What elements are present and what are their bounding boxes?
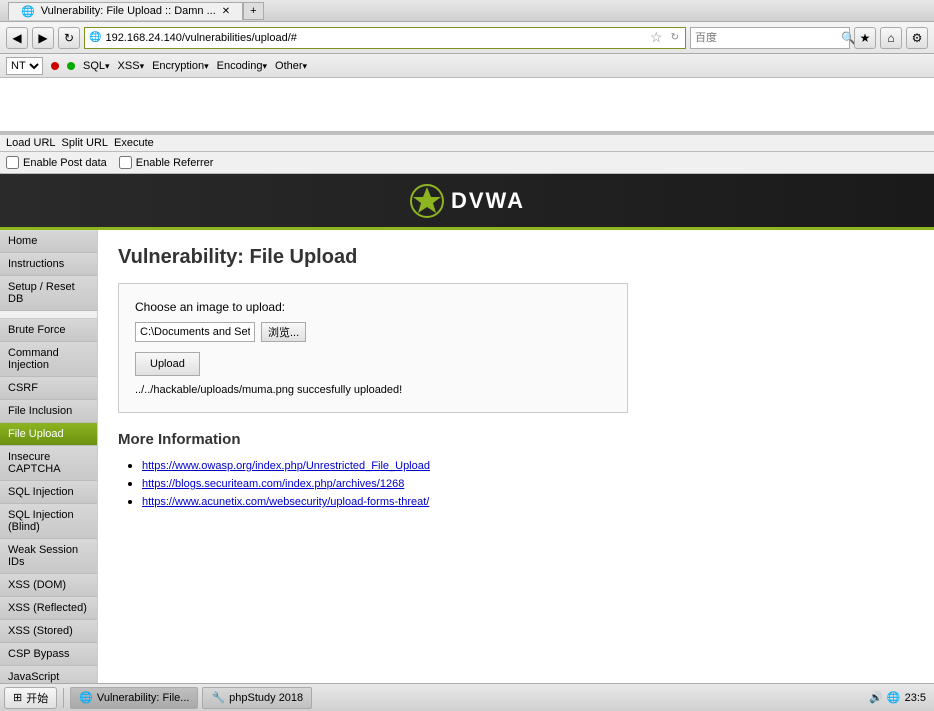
enable-referrer-checkbox[interactable] xyxy=(119,156,132,169)
taskbar-clock: 23:5 xyxy=(905,692,926,704)
start-label: 开始 xyxy=(26,690,48,706)
upload-box: Choose an image to upload: 浏览... Upload … xyxy=(118,283,628,413)
execute-button[interactable]: Execute xyxy=(114,137,154,149)
browser-titlebar: 🌐 Vulnerability: File Upload :: Damn ...… xyxy=(0,0,934,22)
search-wrap: 🔍 xyxy=(690,27,850,49)
file-path-input[interactable] xyxy=(135,322,255,342)
sidebar-item-setup[interactable]: Setup / Reset DB xyxy=(0,276,97,311)
star-button[interactable]: ☆ xyxy=(648,29,665,46)
address-bar[interactable] xyxy=(105,32,644,44)
content-wrapper: Home Instructions Setup / Reset DB Brute… xyxy=(0,230,934,703)
tools-button[interactable]: ⚙ xyxy=(906,27,928,49)
taskbar-item-label-browser: Vulnerability: File... xyxy=(97,692,190,704)
browser-toolbar: ◀ ▶ ↻ 🌐 ☆ ↻ 🔍 ★ ⌂ ⚙ xyxy=(0,22,934,54)
start-icon: ⊞ xyxy=(13,691,22,704)
taskbar-item-icon-phpstudy: 🔧 xyxy=(211,691,225,704)
upload-label: Choose an image to upload: xyxy=(135,300,611,314)
list-item: https://blogs.securiteam.com/index.php/a… xyxy=(142,476,914,490)
link-acunetix[interactable]: https://www.acunetix.com/websecurity/upl… xyxy=(142,496,429,508)
file-input-row: 浏览... xyxy=(135,322,611,342)
tab-close-button[interactable]: ✕ xyxy=(222,6,230,17)
encoding-menu[interactable]: Encoding xyxy=(217,60,267,72)
other-menu[interactable]: Other xyxy=(275,60,307,72)
tamper-toolbar: NT SQL XSS Encryption Encoding Other xyxy=(0,54,934,78)
tray-icon-network: 🌐 xyxy=(887,691,901,704)
taskbar-tray: 🔊 🌐 23:5 xyxy=(865,691,930,704)
tamper-select[interactable]: NT xyxy=(6,57,43,75)
sidebar-item-file-upload[interactable]: File Upload xyxy=(0,423,97,446)
sidebar-item-file-inclusion[interactable]: File Inclusion xyxy=(0,400,97,423)
enable-post-label[interactable]: Enable Post data xyxy=(6,156,107,169)
taskbar-item-icon-browser: 🌐 xyxy=(79,691,93,704)
dvwa-logo-icon xyxy=(409,183,445,219)
enable-referrer-label[interactable]: Enable Referrer xyxy=(119,156,214,169)
new-tab-button[interactable]: + xyxy=(243,2,263,20)
home-button[interactable]: ⌂ xyxy=(880,27,902,49)
link-owasp[interactable]: https://www.owasp.org/index.php/Unrestri… xyxy=(142,460,430,472)
browser-tab[interactable]: 🌐 Vulnerability: File Upload :: Damn ...… xyxy=(8,2,243,20)
sidebar-item-sql-injection[interactable]: SQL Injection xyxy=(0,481,97,504)
taskbar: ⊞ 开始 🌐 Vulnerability: File... 🔧 phpStudy… xyxy=(0,683,934,711)
sidebar-item-weak-session[interactable]: Weak Session IDs xyxy=(0,539,97,574)
search-input[interactable] xyxy=(695,32,837,44)
bookmark-button[interactable]: ★ xyxy=(854,27,876,49)
back-button[interactable]: ◀ xyxy=(6,27,28,49)
sidebar-item-brute-force[interactable]: Brute Force xyxy=(0,319,97,342)
taskbar-item-phpstudy[interactable]: 🔧 phpStudy 2018 xyxy=(202,687,312,709)
list-item: https://www.acunetix.com/websecurity/upl… xyxy=(142,494,914,508)
post-data-bar: Enable Post data Enable Referrer xyxy=(0,152,934,174)
encryption-menu[interactable]: Encryption xyxy=(152,60,209,72)
sidebar-item-command-injection[interactable]: Command Injection xyxy=(0,342,97,377)
sidebar-gap-1 xyxy=(0,311,97,319)
tamper-url-textarea[interactable] xyxy=(0,78,934,132)
dvwa-header: DVWA xyxy=(0,174,934,230)
tab-title: Vulnerability: File Upload :: Damn ... xyxy=(41,5,216,17)
load-url-button[interactable]: Load URL xyxy=(6,137,56,149)
sidebar-item-csrf[interactable]: CSRF xyxy=(0,377,97,400)
tamper-url-bar: Load URL Split URL Execute xyxy=(0,135,934,152)
dvwa-logo-text: DVWA xyxy=(451,188,525,214)
sidebar-item-instructions[interactable]: Instructions xyxy=(0,253,97,276)
list-item: https://www.owasp.org/index.php/Unrestri… xyxy=(142,458,914,472)
sidebar-item-home[interactable]: Home xyxy=(0,230,97,253)
start-button[interactable]: ⊞ 开始 xyxy=(4,687,57,709)
taskbar-divider xyxy=(63,688,64,708)
address-bar-wrap: 🌐 ☆ ↻ xyxy=(84,27,686,49)
sidebar-item-xss-stored[interactable]: XSS (Stored) xyxy=(0,620,97,643)
page-title: Vulnerability: File Upload xyxy=(118,246,914,269)
forward-button[interactable]: ▶ xyxy=(32,27,54,49)
address-refresh-button[interactable]: ↻ xyxy=(669,32,681,43)
xss-menu[interactable]: XSS xyxy=(118,60,145,72)
sidebar-item-xss-reflected[interactable]: XSS (Reflected) xyxy=(0,597,97,620)
tab-favicon: 🌐 xyxy=(21,5,35,18)
split-url-button[interactable]: Split URL xyxy=(62,137,108,149)
page-content: Vulnerability: File Upload Choose an ima… xyxy=(98,230,934,703)
dot-red-icon xyxy=(51,62,59,70)
sql-menu[interactable]: SQL xyxy=(83,60,110,72)
taskbar-item-label-phpstudy: phpStudy 2018 xyxy=(229,692,303,704)
browse-button[interactable]: 浏览... xyxy=(261,322,306,342)
success-message: ../../hackable/uploads/muma.png succesfu… xyxy=(135,384,611,396)
enable-post-checkbox[interactable] xyxy=(6,156,19,169)
dot-green-icon xyxy=(67,62,75,70)
link-securiteam[interactable]: https://blogs.securiteam.com/index.php/a… xyxy=(142,478,404,490)
sidebar-item-csp-bypass[interactable]: CSP Bypass xyxy=(0,643,97,666)
more-info-list: https://www.owasp.org/index.php/Unrestri… xyxy=(118,458,914,508)
upload-button[interactable]: Upload xyxy=(135,352,200,376)
dvwa-logo: DVWA xyxy=(409,183,525,219)
sidebar-item-sql-injection-blind[interactable]: SQL Injection (Blind) xyxy=(0,504,97,539)
sidebar-item-xss-dom[interactable]: XSS (DOM) xyxy=(0,574,97,597)
address-favicon: 🌐 xyxy=(89,32,101,43)
extra-buttons: ★ ⌂ ⚙ xyxy=(854,27,928,49)
refresh-button[interactable]: ↻ xyxy=(58,27,80,49)
taskbar-item-browser[interactable]: 🌐 Vulnerability: File... xyxy=(70,687,198,709)
sidebar-item-insecure-captcha[interactable]: Insecure CAPTCHA xyxy=(0,446,97,481)
sidebar: Home Instructions Setup / Reset DB Brute… xyxy=(0,230,98,703)
more-info-title: More Information xyxy=(118,431,914,448)
tray-icon-sound: 🔊 xyxy=(869,691,883,704)
